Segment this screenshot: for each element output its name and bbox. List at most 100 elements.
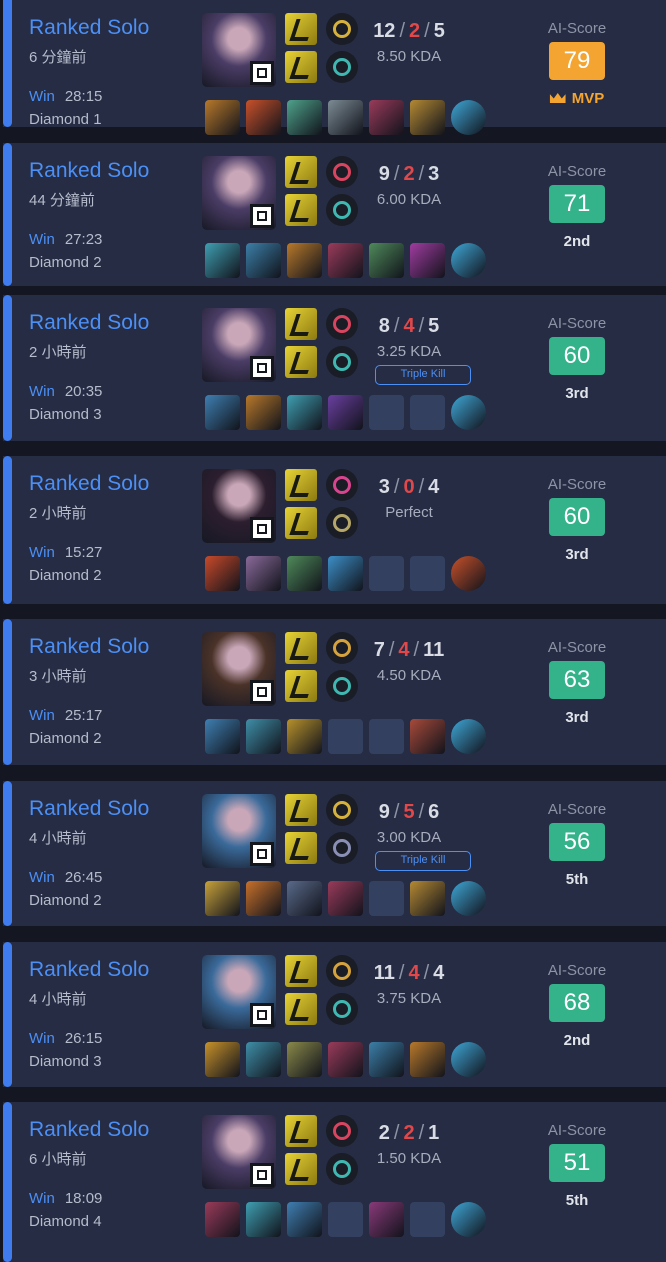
summoner-spell-icon[interactable] [285, 955, 317, 987]
item-icon[interactable] [369, 243, 404, 278]
keystone-rune-icon[interactable] [326, 955, 358, 987]
summoner-spell-icon[interactable] [285, 632, 317, 664]
trinket-icon[interactable] [451, 1042, 486, 1077]
champion-portrait[interactable] [202, 1115, 276, 1189]
secondary-rune-icon[interactable] [326, 670, 358, 702]
item-icon[interactable] [369, 1202, 404, 1237]
match-card[interactable]: Ranked Solo 6 小時前 Win 18:09 Diamond 4 2/2/1 1.… [3, 1102, 666, 1262]
match-card[interactable]: Ranked Solo 4 小時前 Win 26:15 Diamond 3 11/4/4 3… [3, 942, 666, 1087]
empty-item-slot[interactable] [410, 1202, 445, 1237]
item-icon[interactable] [246, 1042, 281, 1077]
item-icon[interactable] [205, 556, 240, 591]
summoner-spell-icon[interactable] [285, 1115, 317, 1147]
summoner-spell-icon[interactable] [285, 13, 317, 45]
champion-portrait[interactable] [202, 794, 276, 868]
empty-item-slot[interactable] [369, 881, 404, 916]
empty-item-slot[interactable] [369, 556, 404, 591]
empty-item-slot[interactable] [328, 1202, 363, 1237]
item-icon[interactable] [328, 1042, 363, 1077]
trinket-icon[interactable] [451, 395, 486, 430]
champion-portrait[interactable] [202, 13, 276, 87]
secondary-rune-icon[interactable] [326, 832, 358, 864]
item-icon[interactable] [205, 395, 240, 430]
keystone-rune-icon[interactable] [326, 1115, 358, 1147]
item-icon[interactable] [205, 100, 240, 135]
item-icon[interactable] [410, 243, 445, 278]
item-icon[interactable] [246, 719, 281, 754]
item-icon[interactable] [287, 243, 322, 278]
match-card[interactable]: Ranked Solo 3 小時前 Win 25:17 Diamond 2 7/4/11 4… [3, 619, 666, 765]
item-icon[interactable] [410, 881, 445, 916]
ai-score-value[interactable]: 68 [549, 984, 605, 1022]
item-icon[interactable] [246, 556, 281, 591]
item-icon[interactable] [287, 395, 322, 430]
item-icon[interactable] [246, 100, 281, 135]
summoner-spell-icon[interactable] [285, 832, 317, 864]
secondary-rune-icon[interactable] [326, 507, 358, 539]
match-card[interactable]: Ranked Solo 4 小時前 Win 26:45 Diamond 2 9/5/6 3.… [3, 781, 666, 926]
item-icon[interactable] [287, 1042, 322, 1077]
item-icon[interactable] [205, 1042, 240, 1077]
summoner-spell-icon[interactable] [285, 794, 317, 826]
empty-item-slot[interactable] [369, 395, 404, 430]
ai-score-value[interactable]: 56 [549, 823, 605, 861]
item-icon[interactable] [205, 1202, 240, 1237]
item-icon[interactable] [246, 1202, 281, 1237]
summoner-spell-icon[interactable] [285, 51, 317, 83]
item-icon[interactable] [287, 881, 322, 916]
champion-portrait[interactable] [202, 469, 276, 543]
champion-portrait[interactable] [202, 632, 276, 706]
summoner-spell-icon[interactable] [285, 469, 317, 501]
secondary-rune-icon[interactable] [326, 993, 358, 1025]
item-icon[interactable] [287, 1202, 322, 1237]
trinket-icon[interactable] [451, 719, 486, 754]
secondary-rune-icon[interactable] [326, 346, 358, 378]
empty-item-slot[interactable] [410, 395, 445, 430]
keystone-rune-icon[interactable] [326, 308, 358, 340]
ai-score-value[interactable]: 60 [549, 337, 605, 375]
ai-score-value[interactable]: 63 [549, 661, 605, 699]
keystone-rune-icon[interactable] [326, 156, 358, 188]
summoner-spell-icon[interactable] [285, 993, 317, 1025]
trinket-icon[interactable] [451, 881, 486, 916]
item-icon[interactable] [246, 395, 281, 430]
item-icon[interactable] [328, 556, 363, 591]
item-icon[interactable] [205, 881, 240, 916]
champion-portrait[interactable] [202, 955, 276, 1029]
item-icon[interactable] [369, 1042, 404, 1077]
summoner-spell-icon[interactable] [285, 346, 317, 378]
summoner-spell-icon[interactable] [285, 194, 317, 226]
champion-portrait[interactable] [202, 156, 276, 230]
ai-score-value[interactable]: 79 [549, 42, 605, 80]
match-card[interactable]: Ranked Solo 6 分鐘前 Win 28:15 Diamond 1 12/2/5 8… [3, 0, 666, 135]
match-card[interactable]: Ranked Solo 44 分鐘前 Win 27:23 Diamond 2 9/2/3 6… [3, 143, 666, 286]
item-icon[interactable] [369, 100, 404, 135]
summoner-spell-icon[interactable] [285, 308, 317, 340]
keystone-rune-icon[interactable] [326, 469, 358, 501]
item-icon[interactable] [328, 243, 363, 278]
champion-portrait[interactable] [202, 308, 276, 382]
ai-score-value[interactable]: 51 [549, 1144, 605, 1182]
trinket-icon[interactable] [451, 100, 486, 135]
item-icon[interactable] [410, 719, 445, 754]
trinket-icon[interactable] [451, 243, 486, 278]
secondary-rune-icon[interactable] [326, 194, 358, 226]
item-icon[interactable] [328, 100, 363, 135]
summoner-spell-icon[interactable] [285, 1153, 317, 1185]
keystone-rune-icon[interactable] [326, 794, 358, 826]
ai-score-value[interactable]: 71 [549, 185, 605, 223]
match-card[interactable]: Ranked Solo 2 小時前 Win 20:35 Diamond 3 8/4/5 3.… [3, 295, 666, 441]
item-icon[interactable] [287, 556, 322, 591]
item-icon[interactable] [246, 243, 281, 278]
secondary-rune-icon[interactable] [326, 1153, 358, 1185]
item-icon[interactable] [287, 100, 322, 135]
item-icon[interactable] [205, 243, 240, 278]
empty-item-slot[interactable] [410, 556, 445, 591]
summoner-spell-icon[interactable] [285, 507, 317, 539]
secondary-rune-icon[interactable] [326, 51, 358, 83]
match-card[interactable]: Ranked Solo 2 小時前 Win 15:27 Diamond 2 3/0/4 Pe… [3, 456, 666, 604]
summoner-spell-icon[interactable] [285, 670, 317, 702]
keystone-rune-icon[interactable] [326, 632, 358, 664]
summoner-spell-icon[interactable] [285, 156, 317, 188]
empty-item-slot[interactable] [369, 719, 404, 754]
